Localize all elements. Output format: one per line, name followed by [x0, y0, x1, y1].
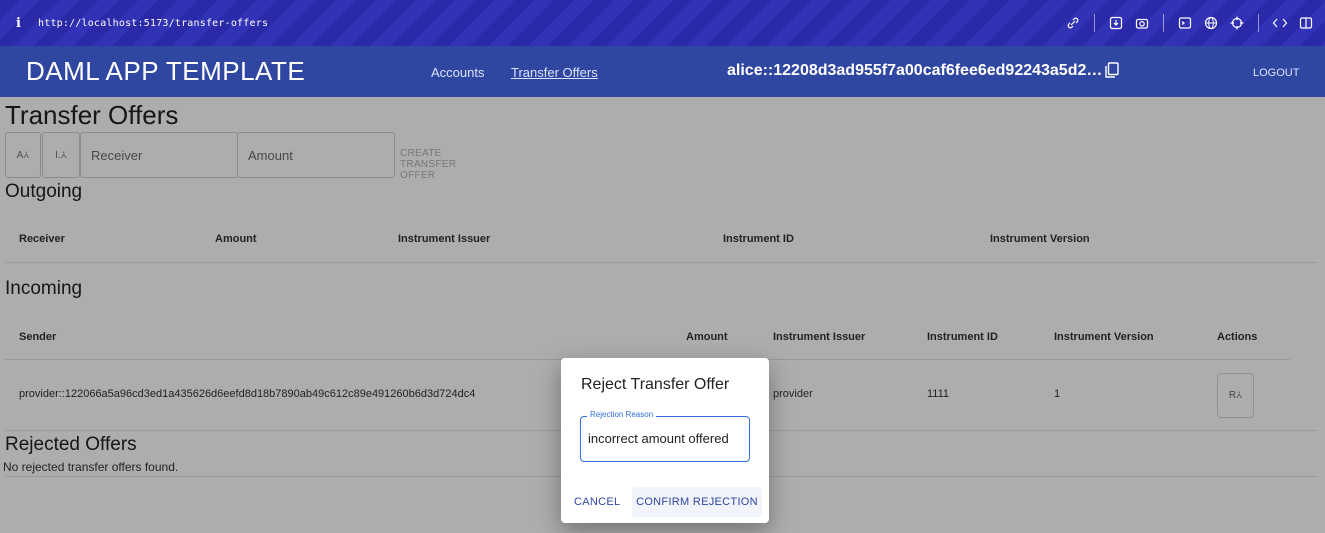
terminal-icon[interactable] [1176, 14, 1194, 32]
globe-icon[interactable] [1202, 14, 1220, 32]
app-header: DAML APP TEMPLATE Accounts Transfer Offe… [0, 46, 1325, 97]
rejection-reason-value: incorrect amount offered [588, 431, 729, 446]
browser-address-bar: i http://localhost:5173/transfer-offers [0, 0, 1325, 46]
save-icon[interactable] [1107, 14, 1125, 32]
confirm-rejection-button[interactable]: CONFIRM REJECTION [632, 487, 762, 517]
crosshair-icon[interactable] [1228, 14, 1246, 32]
code-icon[interactable] [1271, 14, 1289, 32]
logout-button[interactable]: LOGOUT [1253, 67, 1299, 79]
toolbar-divider [1094, 14, 1095, 32]
link-icon[interactable] [1064, 14, 1082, 32]
sidebar-icon[interactable] [1297, 14, 1315, 32]
info-icon[interactable]: i [16, 16, 30, 31]
copy-icon[interactable] [1105, 62, 1119, 78]
toolbar-divider [1163, 14, 1164, 32]
dialog-title: Reject Transfer Offer [581, 376, 730, 393]
reject-transfer-dialog: Reject Transfer Offer Rejection Reason i… [561, 358, 769, 523]
nav-link-transfer-offers[interactable]: Transfer Offers [511, 65, 598, 80]
toolbar-divider [1258, 14, 1259, 32]
url-text[interactable]: http://localhost:5173/transfer-offers [38, 18, 268, 29]
app-brand: DAML APP TEMPLATE [26, 56, 306, 86]
camera-icon[interactable] [1133, 14, 1151, 32]
rejection-reason-field[interactable]: Rejection Reason incorrect amount offere… [580, 410, 750, 462]
party-id: alice::12208d3ad955f7a00caf6fee6ed92243a… [727, 62, 1103, 79]
nav-link-accounts[interactable]: Accounts [431, 65, 484, 80]
rejection-reason-label: Rejection Reason [587, 410, 657, 419]
browser-tools [1064, 0, 1315, 46]
cancel-button[interactable]: CANCEL [574, 496, 620, 508]
